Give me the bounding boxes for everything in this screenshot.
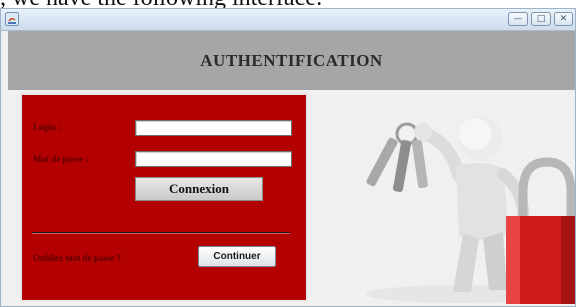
separator bbox=[32, 232, 290, 234]
forgot-password-label: Oubliez mot de passe ? bbox=[33, 253, 122, 263]
header-banner: AUTHENTIFICATION bbox=[8, 31, 575, 90]
password-label: Mot de passe : bbox=[33, 154, 89, 164]
maximize-button[interactable]: □ bbox=[531, 12, 551, 26]
login-label: Login : bbox=[33, 122, 61, 132]
java-app-icon bbox=[5, 12, 19, 26]
app-window: — □ ✕ AUTHENTIFICATION Login : Mot de pa… bbox=[0, 8, 576, 307]
minimize-button[interactable]: — bbox=[508, 12, 528, 26]
title-bar[interactable]: — □ ✕ bbox=[1, 9, 575, 31]
login-panel: Login : Mot de passe : Connexion Oubliez… bbox=[20, 93, 308, 302]
connexion-button[interactable]: Connexion bbox=[135, 177, 263, 201]
page-title: AUTHENTIFICATION bbox=[200, 51, 383, 70]
login-input[interactable] bbox=[135, 120, 292, 136]
continuer-button[interactable]: Continuer bbox=[198, 246, 276, 267]
figure-with-keys-icon bbox=[366, 117, 575, 304]
close-button[interactable]: ✕ bbox=[554, 12, 573, 26]
password-input[interactable] bbox=[135, 151, 292, 167]
